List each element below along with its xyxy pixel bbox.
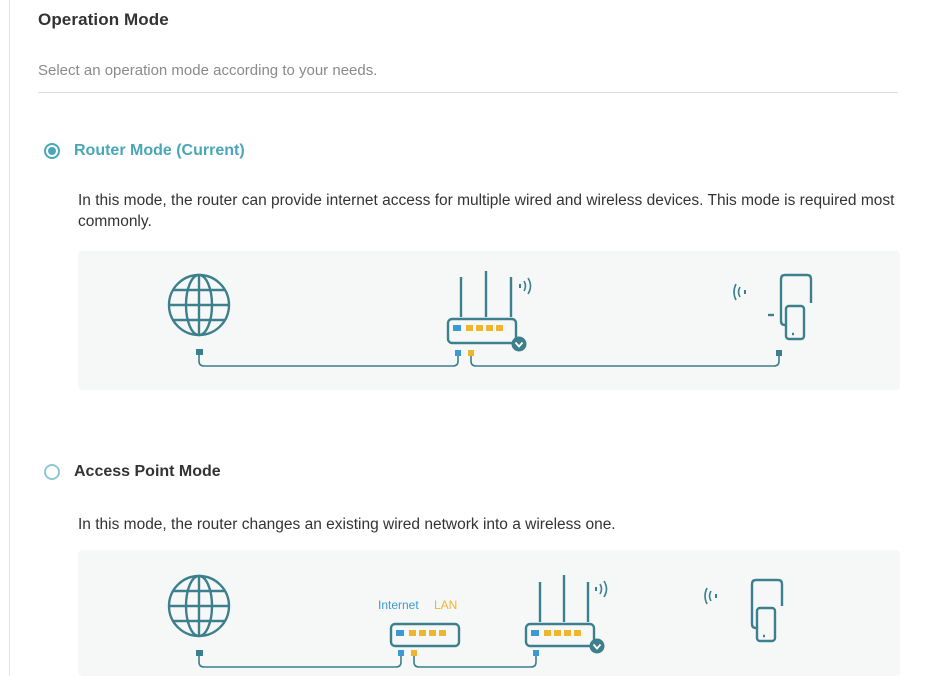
router-mode-diagram-svg [167, 271, 813, 367]
router-lan-port [468, 350, 474, 356]
router-mode-radio[interactable] [44, 143, 60, 159]
internet-port-label: Internet [378, 598, 419, 612]
page-title: Operation Mode [38, 10, 169, 29]
switch-lan-port [411, 650, 417, 656]
access-point-mode-radio-row[interactable]: Access Point Mode [44, 463, 221, 481]
router-mode-option[interactable]: Router Mode (Current) [44, 142, 245, 160]
wifi-signal-icon [733, 283, 746, 301]
lan-port-label: LAN [434, 598, 457, 612]
switch-wan-port [398, 650, 404, 656]
access-point-mode-diagram-svg: Internet LAN [167, 574, 784, 668]
globe-port [196, 650, 203, 656]
globe-icon [167, 574, 231, 638]
switch-icon [389, 622, 461, 648]
wifi-signal-icon [704, 587, 717, 605]
network-cables [198, 355, 780, 367]
operation-mode-page: Operation Mode Select an operation mode … [0, 0, 927, 676]
globe-icon [167, 273, 231, 337]
wifi-signal-icon [595, 580, 608, 598]
tablet-phone-icon [750, 578, 784, 643]
network-cables [198, 656, 537, 668]
access-point-mode-label[interactable]: Access Point Mode [74, 463, 221, 481]
router-mode-diagram [78, 251, 900, 390]
access-point-mode-diagram: Internet LAN [78, 550, 900, 676]
tablet-phone-icon [768, 273, 813, 341]
router-mode-label[interactable]: Router Mode (Current) [74, 142, 245, 160]
devices-port [776, 350, 782, 356]
router-mode-radio-row[interactable]: Router Mode (Current) [44, 142, 245, 160]
router-wan-port [455, 350, 461, 356]
left-divider [9, 0, 10, 676]
access-point-mode-radio[interactable] [44, 464, 60, 480]
router-mode-description: In this mode, the router can provide int… [78, 192, 895, 230]
access-point-mode-description: In this mode, the router changes an exis… [78, 516, 616, 533]
router-icon [524, 575, 605, 654]
globe-port [196, 349, 203, 355]
access-point-mode-option[interactable]: Access Point Mode [44, 463, 221, 481]
router-icon [446, 271, 527, 352]
ap-router-wan-port [533, 650, 539, 656]
wifi-signal-icon [519, 277, 532, 295]
header-divider [38, 92, 898, 93]
page-subtitle: Select an operation mode according to yo… [38, 62, 378, 79]
